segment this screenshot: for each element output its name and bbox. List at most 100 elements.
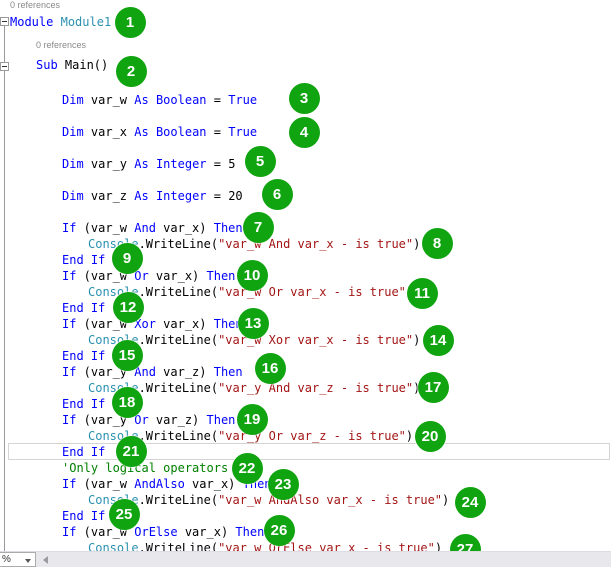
annotation-badge-5: 5	[245, 146, 276, 177]
code-token: =	[207, 125, 229, 139]
code-token: If	[62, 221, 76, 235]
code-token: Then	[214, 365, 243, 379]
annotation-badge-24: 24	[455, 487, 486, 518]
code-line-21: End If	[62, 444, 105, 460]
code-line-15: End If	[62, 348, 105, 364]
annotation-badge-25: 25	[109, 499, 140, 530]
annotation-badge-22: 22	[232, 453, 263, 484]
code-token: If	[62, 525, 76, 539]
horizontal-scrollbar[interactable]: %	[0, 551, 611, 567]
code-line-1: Module Module1	[10, 14, 111, 30]
code-token: OrElse	[134, 525, 177, 539]
annotation-badge-10: 10	[237, 260, 268, 291]
code-token: End If	[62, 397, 105, 411]
code-token: True	[228, 93, 257, 107]
code-token: 'Only logical operators	[62, 461, 228, 475]
code-token: If	[62, 317, 76, 331]
code-token: Boolean	[156, 125, 207, 139]
annotation-badge-4: 4	[289, 117, 320, 148]
code-token: Dim	[62, 189, 84, 203]
code-token: If	[62, 477, 76, 491]
code-token: .WriteLine(	[139, 237, 218, 251]
code-line-25: End If	[62, 508, 105, 524]
code-token: (var_w	[76, 221, 134, 235]
code-token: "var_y And var_z - is true"	[218, 381, 413, 395]
code-token: Boolean	[156, 93, 207, 107]
annotation-badge-6: 6	[262, 179, 293, 210]
code-line-7: If (var_w And var_x) Then	[62, 220, 243, 236]
code-token	[149, 125, 156, 139]
code-token	[149, 157, 156, 171]
chevron-down-icon	[25, 559, 31, 563]
code-token	[149, 189, 156, 203]
collapse-sub-icon[interactable]	[0, 62, 9, 71]
code-token: End If	[62, 253, 105, 267]
code-token: )	[406, 429, 413, 443]
annotation-badge-2: 2	[116, 56, 147, 87]
code-token: var_x	[84, 125, 135, 139]
code-token: .WriteLine(	[139, 429, 218, 443]
codelens-references-1[interactable]: 0 references	[10, 0, 60, 10]
code-token: )	[413, 237, 420, 251]
code-line-19: If (var_y Or var_z) Then	[62, 412, 235, 428]
codelens-references-2[interactable]: 0 references	[36, 40, 86, 50]
code-token: =	[207, 93, 229, 107]
code-token: Main()	[58, 58, 109, 72]
annotation-badge-17: 17	[418, 372, 449, 403]
code-line-10: If (var_w Or var_x) Then	[62, 268, 235, 284]
scroll-left-button[interactable]	[38, 553, 53, 567]
code-token: Module	[10, 15, 53, 29]
code-line-9: End If	[62, 252, 105, 268]
code-token: Dim	[62, 157, 84, 171]
code-line-12: End If	[62, 300, 105, 316]
annotation-badge-20: 20	[415, 421, 446, 452]
code-token: )	[442, 493, 449, 507]
code-token: Then	[207, 413, 236, 427]
annotation-badge-19: 19	[237, 404, 268, 435]
code-line-5: Dim var_y As Integer = 5	[62, 156, 235, 172]
code-token: And	[134, 221, 156, 235]
collapse-module-icon[interactable]	[0, 17, 9, 26]
code-token: .WriteLine(	[139, 381, 218, 395]
code-token: var_x)	[156, 221, 214, 235]
code-token: As	[134, 93, 148, 107]
code-token: Then	[207, 269, 236, 283]
annotation-badge-14: 14	[423, 325, 454, 356]
code-token: .WriteLine(	[139, 493, 218, 507]
annotation-badge-11: 11	[407, 278, 438, 309]
outline-guide-line	[4, 26, 5, 551]
code-token: Then	[214, 221, 243, 235]
code-token: As	[134, 189, 148, 203]
annotation-badge-3: 3	[289, 83, 320, 114]
code-line-16: If (var_y And var_z) Then	[62, 364, 243, 380]
code-token: AndAlso	[134, 477, 185, 491]
code-token: .WriteLine(	[139, 285, 218, 299]
code-token: True	[228, 125, 257, 139]
code-token	[149, 93, 156, 107]
code-token: = 5	[207, 157, 236, 171]
annotation-badge-1: 1	[115, 7, 146, 38]
annotation-badge-12: 12	[113, 292, 144, 323]
code-token: As	[134, 157, 148, 171]
code-token: Dim	[62, 93, 84, 107]
code-token: var_w	[84, 93, 135, 107]
annotation-badge-9: 9	[112, 243, 143, 274]
annotation-badge-21: 21	[116, 436, 147, 467]
code-line-18: End If	[62, 396, 105, 412]
code-line-26: If (var_w OrElse var_x) Then	[62, 524, 264, 540]
code-token: Integer	[156, 157, 207, 171]
code-line-13: If (var_w Xor var_x) Then	[62, 316, 243, 332]
code-token: Sub	[36, 58, 58, 72]
code-token: End If	[62, 349, 105, 363]
code-token: If	[62, 413, 76, 427]
code-token	[53, 15, 60, 29]
annotation-badge-13: 13	[238, 308, 269, 339]
code-token: Integer	[156, 189, 207, 203]
zoom-level-dropdown[interactable]: %	[0, 552, 36, 567]
code-token: Dim	[62, 125, 84, 139]
code-token: var_z)	[149, 413, 207, 427]
annotation-badge-15: 15	[112, 340, 143, 371]
code-token: .WriteLine(	[139, 333, 218, 347]
code-token: var_x)	[178, 525, 236, 539]
code-token: var_x)	[156, 317, 214, 331]
